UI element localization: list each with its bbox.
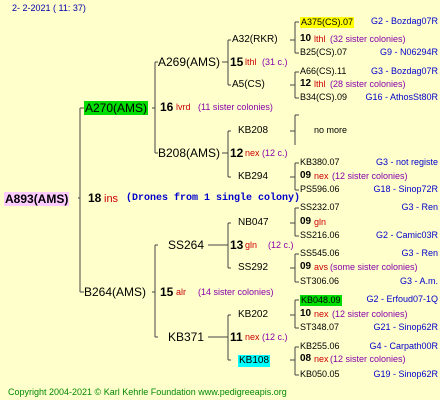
gen3-note: lthl — [314, 34, 326, 44]
gen3-queen-name: SS292 — [238, 262, 269, 273]
gen4-grade-info: G16 - AthosSt80R — [365, 92, 438, 102]
gen4-queen-name: KB380.07 — [300, 157, 340, 167]
gen4-queen-name: KB255.06 — [300, 341, 340, 351]
gen4-queen-name: B34(CS).09 — [300, 92, 348, 102]
gen4-grade-info: G2 - Erfoud07-1Q — [366, 294, 438, 304]
gen1-note: alr — [176, 287, 187, 297]
gen3-age: 09 — [300, 170, 312, 181]
gen3-age: 08 — [300, 353, 312, 364]
gen2-note: gln — [245, 240, 258, 250]
gen3-note: nex — [314, 309, 329, 319]
gen4-grade-info: G18 - Sinop72R — [373, 184, 438, 194]
gen1-age: 16 — [160, 100, 174, 114]
gen2-age: 12 — [230, 146, 244, 160]
gen4-grade-info: G3 - A.m. — [399, 276, 438, 286]
gen4-queen-name: KB050.05 — [300, 369, 340, 379]
gen4-queen-name: KB048.09 — [300, 295, 342, 306]
gen2-queen-name: SS264 — [168, 238, 205, 252]
gen4-grade-info: G3 - not registe — [375, 157, 438, 167]
gen4-queen-name: ST348.07 — [300, 322, 340, 332]
gen3-note: nex — [314, 171, 329, 181]
gen3-queen-name: NB047 — [238, 217, 269, 228]
gen2-age: 13 — [230, 238, 244, 252]
gen2-queen-name: B208(AMS) — [158, 146, 221, 160]
gen1-sister-info: (11 sister colonies) — [198, 102, 273, 112]
root-drones-info: (Drones from 1 single colony) — [126, 193, 301, 204]
gen4-grade-info: G3 - Ren — [401, 248, 438, 258]
gen3-note: lthl — [314, 79, 326, 89]
gen2-note: lthl — [245, 57, 257, 67]
gen4-grade-info: G3 - Ren — [401, 202, 438, 212]
gen1-queen-name: B264(AMS) — [84, 285, 147, 299]
gen3-note: gln — [314, 217, 327, 227]
gen3-age: 12 — [300, 78, 312, 89]
root-note: ins — [104, 193, 119, 205]
gen3-sister-info: (28 sister colonies) — [330, 79, 406, 89]
gen3-queen-name: KB294 — [238, 171, 269, 182]
gen4-queen-name: SS232.07 — [300, 202, 340, 212]
gen3-sister-info: (12 sister colonies) — [330, 354, 406, 364]
gen4-grade-info: G4 - Carpath00R — [369, 341, 438, 351]
gen3-queen-name: A5(CS) — [232, 79, 265, 90]
gen4-queen-name: SS545.06 — [300, 248, 340, 258]
gen2-age: 11 — [230, 330, 243, 344]
copyright-footer: Copyright 2004-2021 © Karl Kehrle Founda… — [8, 387, 287, 397]
gen3-age: 10 — [300, 33, 312, 44]
gen1-queen-name: A270(AMS) — [84, 101, 149, 115]
gen2-note: nex — [245, 332, 260, 342]
gen2-queen-name: KB371 — [168, 330, 205, 344]
gen4-grade-info: G3 - Bozdag07R — [370, 66, 438, 76]
gen4-queen-name: A66(CS).11 — [300, 66, 347, 76]
gen4-grade-info: G2 - Camic03R — [375, 230, 438, 240]
gen3-note: nex — [314, 354, 329, 364]
gen2-age: 15 — [230, 55, 244, 69]
gen4-grade-info: G19 - Sinop62R — [373, 369, 438, 379]
gen3-queen-name: A32(RKR) — [232, 34, 278, 45]
gen3-queen-name: KB108 — [238, 355, 271, 367]
gen2-sister-info: (12 c.) — [262, 148, 288, 158]
gen4-grade-info: G21 - Sinop62R — [373, 322, 438, 332]
gen3-age: 10 — [300, 308, 312, 319]
gen2-queen-name: A269(AMS) — [158, 55, 221, 69]
gen1-note: lvrd — [176, 102, 191, 112]
gen3-age: 09 — [300, 261, 312, 272]
date-label: 2- 2-2021 ( 11: 37) — [12, 3, 86, 13]
gen4-grade-info: G2 - Bozdag07R — [370, 16, 438, 26]
gen3-queen-name: KB208 — [238, 125, 269, 136]
gen4-queen-name: ST306.06 — [300, 276, 340, 286]
gen3-sister-info: (some sister colonies) — [330, 262, 418, 272]
gen3-note: avs — [314, 262, 329, 272]
gen4-queen-name: A375(CS).07 — [300, 17, 355, 28]
gen3-sister-info: (12 sister colonies) — [332, 309, 408, 319]
gen2-note: nex — [245, 148, 260, 158]
gen3-sister-info: no more — [314, 125, 348, 135]
pedigree-chart: 2- 2-2021 ( 11: 37) Copyright 2004-2021 … — [0, 0, 440, 400]
gen4-queen-name: B25(CS).07 — [300, 47, 348, 57]
gen4-grade-info: G9 - N06294R — [379, 47, 438, 57]
gen2-sister-info: (12 c.) — [262, 332, 288, 342]
gen3-age: 09 — [300, 216, 312, 227]
gen4-queen-name: PS596.06 — [300, 184, 340, 194]
gen3-queen-name: KB202 — [238, 309, 269, 320]
root-queen-name: A893(AMS) — [4, 192, 70, 206]
gen1-sister-info: (14 sister colonies) — [198, 287, 274, 297]
gen4-queen-name: SS216.06 — [300, 230, 340, 240]
gen3-sister-info: (12 sister colonies) — [332, 171, 408, 181]
gen3-sister-info: (32 sister colonies) — [330, 34, 406, 44]
gen2-sister-info: (31 c.) — [262, 57, 288, 67]
gen1-age: 15 — [160, 285, 174, 299]
gen2-sister-info: (12 c.) — [268, 240, 294, 250]
root-age: 18 — [88, 191, 102, 205]
